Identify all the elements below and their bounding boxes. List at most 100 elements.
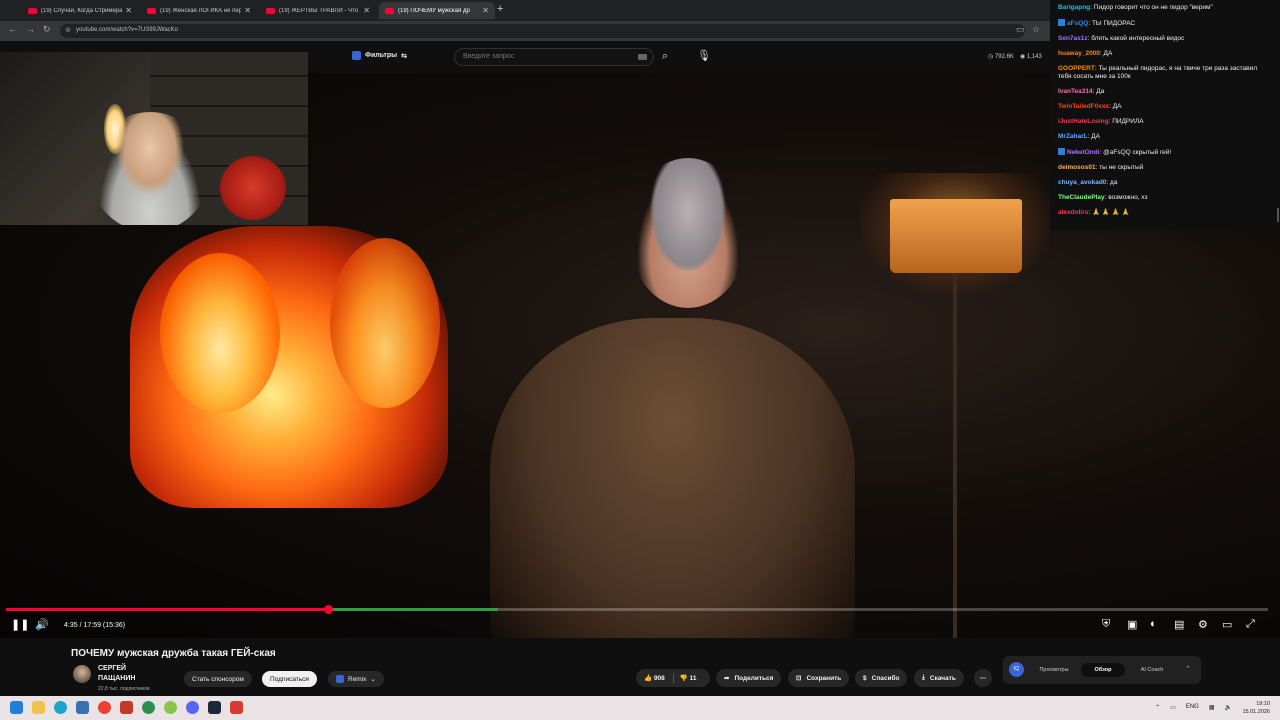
chat-scrollbar[interactable] [1277, 208, 1279, 222]
url-field[interactable]: ⊜ youtube.com/watch?v=7US99JWacKo [60, 24, 1025, 38]
youtube-favicon-icon [147, 7, 156, 14]
filters-button[interactable]: Фильтры ⇆ [352, 51, 407, 60]
chat-message: GOOPPERT: Ты реальный пидорас, я на твич… [1058, 65, 1258, 80]
bookmark-star-icon[interactable]: ☆ [1032, 24, 1040, 35]
chat-text: ДА [1112, 103, 1122, 110]
share-label: Поделиться [734, 674, 774, 682]
chrome-icon[interactable] [98, 701, 111, 714]
chat-username[interactable]: Barigapng [1058, 4, 1090, 11]
tab-ai-coach[interactable]: AI Coach [1129, 663, 1175, 677]
chat-username[interactable]: deimosos01 [1058, 164, 1096, 171]
steam-icon[interactable] [208, 701, 221, 714]
channel-name[interactable]: СЕРГЕЙ ПАЩАНИН [98, 664, 158, 684]
subscribe-button[interactable]: Подписаться [262, 671, 317, 687]
chat-message: Sen7as1z: блять какой интересный видос [1058, 35, 1185, 42]
browser-tab[interactable]: (19) Случаи, Когда Стримерам ✕ [22, 2, 138, 19]
chat-username[interactable]: chuya_avokad0 [1058, 179, 1106, 186]
discord-icon[interactable] [186, 701, 199, 714]
tab-overview[interactable]: Обзор [1081, 663, 1125, 677]
extension-logo-icon[interactable]: IQ [1009, 662, 1024, 677]
share-button[interactable]: ➦ Поделиться [716, 669, 782, 687]
new-tab-button[interactable]: + [497, 3, 503, 15]
microphone-icon[interactable]: 🎙 [697, 49, 711, 62]
app-icon[interactable] [164, 701, 177, 714]
tab-views[interactable]: Просмотры [1031, 663, 1077, 677]
dislike-button[interactable]: 👎 11 [680, 674, 697, 682]
chat-message: TwinTailedF0xxx: ДА [1058, 103, 1122, 110]
thanks-button[interactable]: $ Спасибо [855, 669, 908, 687]
network-icon[interactable]: ▦ [1209, 704, 1215, 711]
floor-lamp-shade [890, 199, 1022, 273]
chat-username[interactable]: MrZaharL [1058, 133, 1088, 140]
chat-username[interactable]: huaway_2000 [1058, 50, 1100, 57]
close-tab-icon[interactable]: ✕ [482, 6, 489, 15]
store-icon[interactable] [76, 701, 89, 714]
chat-username[interactable]: IvanTea314 [1058, 88, 1093, 95]
fullscreen-icon[interactable]: ⤢ [1246, 618, 1255, 631]
back-arrow-icon[interactable]: ← [8, 24, 17, 34]
app-icon[interactable] [230, 701, 243, 714]
keyboard-icon[interactable] [638, 54, 647, 60]
download-button[interactable]: ⤓ Скачать [914, 669, 964, 687]
site-info-icon[interactable]: ⊜ [65, 26, 71, 34]
channel-avatar[interactable] [73, 665, 91, 683]
browser-tab-active[interactable]: (19) ПОЧЕМУ мужская др ✕ [379, 2, 495, 19]
chat-username[interactable]: TwinTailedF0xxx [1058, 103, 1109, 110]
chat-username[interactable]: iJustHateLosing [1058, 118, 1109, 125]
clock[interactable]: 19:10 15.01.2026 [1242, 700, 1270, 716]
volume-icon[interactable]: 🔈 [1225, 704, 1232, 711]
url-text: youtube.com/watch?v=7US99JWacKo [76, 27, 178, 33]
search-icon[interactable]: ⌕ [662, 50, 668, 63]
subtitles-icon[interactable]: ▤ [1174, 618, 1184, 631]
floor-lamp-stand [953, 273, 957, 638]
extension-iq-icon[interactable]: ▣ [1127, 618, 1137, 631]
search-input[interactable]: Введите запрос [454, 48, 654, 66]
chat-username[interactable]: GOOPPERT [1058, 65, 1095, 72]
like-button[interactable]: 👍 908 [644, 674, 665, 682]
browser-tab[interactable]: (19) Женская ЛОГИКА не пер ✕ [141, 2, 257, 19]
reload-icon[interactable]: ↻ [43, 24, 51, 35]
browser-tab[interactable]: (19) ЖЕРТВЫ ТРАВЛИ - Что с ✕ [260, 2, 376, 19]
more-actions-button[interactable]: ⋯ [974, 669, 992, 687]
volume-icon[interactable]: 🔊 [35, 618, 49, 631]
save-label: Сохранить [806, 674, 842, 682]
chat-text: ТЫ ПИДОРАС [1091, 20, 1136, 27]
pause-icon[interactable]: ❚❚ [11, 618, 29, 631]
chat-username[interactable]: NeketOndi [1067, 149, 1100, 156]
chevron-up-icon[interactable]: ⌃ [1185, 665, 1191, 673]
chevron-up-icon[interactable]: ⌃ [1155, 704, 1160, 711]
join-sponsor-button[interactable]: Стать спонсором [184, 671, 252, 687]
settings-gear-icon[interactable]: ⚙ [1198, 618, 1208, 631]
ai-extension-panel: IQ Просмотры Обзор AI Coach ⌃ [1003, 656, 1201, 684]
file-explorer-icon[interactable] [32, 701, 45, 714]
autoplay-toggle-icon[interactable]: ◐ [1150, 618, 1157, 630]
chat-username[interactable]: alexdolirs [1058, 209, 1088, 216]
progress-scrubber[interactable] [323, 605, 333, 614]
app-icon[interactable] [120, 701, 133, 714]
tab-title: (19) Случаи, Когда Стримерам [41, 7, 123, 14]
display-icon[interactable]: ▭ [1170, 704, 1176, 711]
chat-message: deimosos01: ты не скрытый [1058, 164, 1144, 171]
chat-username[interactable]: Sen7as1z [1058, 35, 1088, 42]
close-tab-icon[interactable]: ✕ [125, 6, 132, 15]
remix-button[interactable]: Remix ⌄ [328, 671, 384, 687]
progress-bar[interactable] [6, 605, 1268, 614]
webcam-streamer [90, 112, 210, 225]
download-icon: ⤓ [922, 674, 925, 681]
start-windows-icon[interactable] [10, 701, 23, 714]
close-tab-icon[interactable]: ✕ [363, 6, 370, 15]
language-indicator[interactable]: ENG [1186, 704, 1199, 711]
app-icon[interactable] [142, 701, 155, 714]
chat-username[interactable]: aFsQQ [1067, 20, 1088, 27]
fire-flame [330, 238, 440, 408]
theater-mode-icon[interactable]: ▭ [1222, 618, 1232, 631]
tab-title: (19) Женская ЛОГИКА не пер [160, 7, 242, 14]
cast-icon[interactable]: ▭ [1016, 24, 1025, 35]
thanks-label: Спасибо [871, 674, 900, 682]
close-tab-icon[interactable]: ✕ [244, 6, 251, 15]
shield-icon[interactable]: ⛨ [1102, 618, 1110, 631]
edge-icon[interactable] [54, 701, 67, 714]
forward-arrow-icon[interactable]: → [26, 24, 35, 34]
chat-username[interactable]: TheClaudePlay [1058, 194, 1105, 201]
save-button[interactable]: ⊡ Сохранить [788, 669, 850, 687]
